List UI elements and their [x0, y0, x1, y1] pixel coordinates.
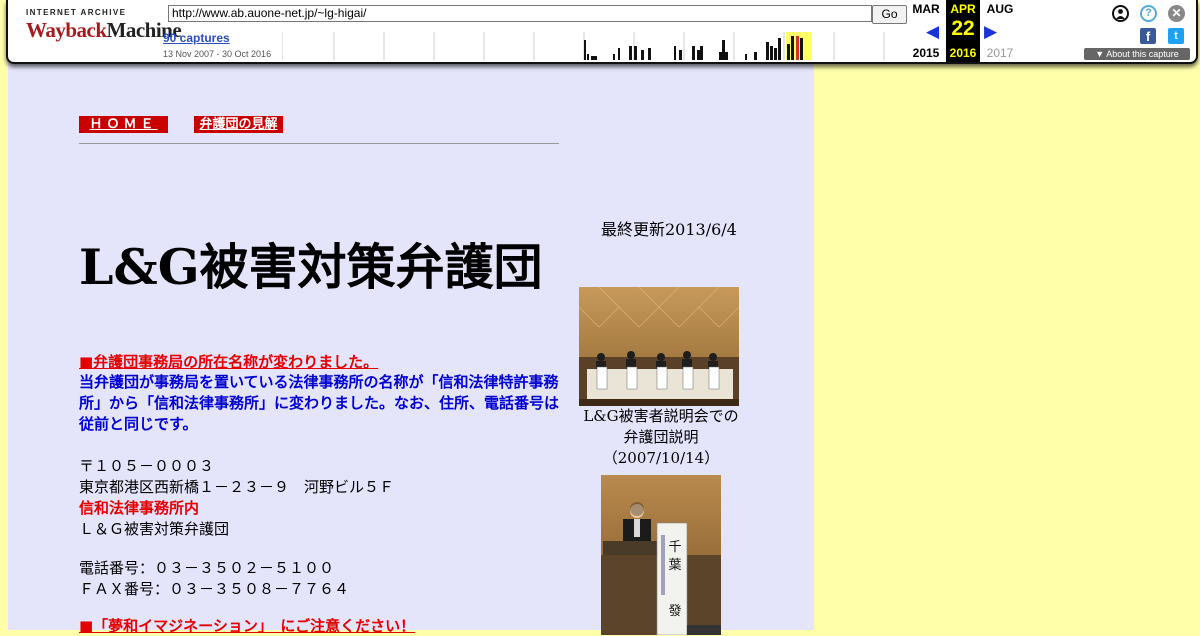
capture-bar — [787, 44, 790, 60]
next-year: 2017 — [986, 46, 1014, 60]
notice-heading: ■弁護団事務局の所在名称が変わりました。 — [79, 353, 379, 371]
capture-bar — [697, 50, 700, 60]
close-icon[interactable]: ✕ — [1168, 5, 1185, 22]
postal-code: 〒１０５－０００３ — [79, 457, 215, 475]
capture-bar — [584, 40, 586, 60]
capture-bar — [766, 42, 769, 60]
capture-bar — [648, 48, 651, 60]
capture-bar — [641, 50, 644, 60]
next-month: AUG — [986, 2, 1014, 16]
speaker-photo: 千 葉 發 — [601, 475, 721, 635]
capture-sparkline[interactable] — [282, 32, 907, 60]
wayback-logo-main-a: Wayback — [26, 18, 107, 42]
last-updated: 最終更新2013/6/4 — [601, 220, 737, 239]
captures-link[interactable]: 90 captures — [163, 31, 230, 45]
capture-bar — [770, 46, 773, 60]
prev-month: MAR — [912, 2, 940, 16]
help-icon[interactable]: ? — [1140, 5, 1157, 22]
capture-bar — [634, 46, 637, 60]
divider — [79, 143, 559, 144]
podium-char-2: 葉 — [668, 558, 681, 573]
podium-char-3: 發 — [668, 604, 681, 619]
current-date-column: APR 22 2016 — [946, 0, 980, 62]
speaker-photo-image: 千 葉 發 — [601, 475, 721, 635]
seminar-photo — [579, 287, 739, 406]
wayback-toolbar: INTERNET ARCHIVE WaybackMachine http://w… — [6, 0, 1198, 64]
capture-bar — [719, 52, 728, 60]
facebook-icon[interactable]: f — [1140, 28, 1156, 44]
wayback-logo-main: WaybackMachine — [26, 18, 182, 43]
prev-year: 2015 — [912, 46, 940, 60]
capture-bar — [618, 48, 620, 60]
about-capture-label: About this capture — [1106, 49, 1179, 59]
capture-bar — [674, 46, 676, 60]
caption-line-3: （2007/10/14） — [602, 449, 720, 467]
fax-number: ＦＡＸ番号：０３－３５０８－７７６４ — [79, 580, 350, 598]
current-month: APR — [950, 2, 976, 16]
capture-bar — [629, 46, 632, 60]
capture-bar — [791, 36, 794, 60]
current-day: 22 — [951, 17, 975, 40]
caption-line-1: L&G被害者説明会での — [583, 407, 739, 425]
firm-name: 信和法律事務所内 — [79, 499, 200, 517]
arrow-left-icon[interactable]: ◀ — [926, 22, 939, 42]
capture-bar — [745, 54, 747, 60]
wayback-logo[interactable]: INTERNET ARCHIVE WaybackMachine — [26, 8, 182, 48]
capture-bar — [613, 54, 615, 60]
about-capture-button[interactable]: ▼ About this capture — [1084, 48, 1190, 60]
caption-line-2: 弁護団説明 — [623, 428, 699, 446]
capture-bar — [774, 48, 777, 60]
capture-bar — [591, 56, 597, 60]
current-capture-bar — [796, 36, 799, 60]
podium-char-1: 千 — [668, 540, 681, 555]
phone-number: 電話番号：０３－３５０２－５１００ — [79, 559, 335, 577]
capture-bar — [587, 54, 589, 60]
wayback-logo-top: INTERNET ARCHIVE — [26, 8, 127, 17]
capture-bar — [700, 46, 703, 60]
capture-bar — [679, 50, 682, 60]
seminar-photo-caption: L&G被害者説明会での 弁護団説明 （2007/10/14） — [572, 406, 750, 469]
page-title: L&G被害対策弁護団 — [79, 238, 543, 296]
arrow-right-icon[interactable]: ▶ — [984, 22, 997, 42]
nav-opinion-link[interactable]: 弁護団の見解 — [194, 116, 283, 133]
capture-bar — [692, 46, 695, 60]
capture-bar — [778, 38, 781, 60]
capture-bar — [800, 38, 803, 60]
nav-home-link[interactable]: ＨＯＭＥ — [79, 116, 168, 133]
url-input[interactable]: http://www.ab.auone-net.jp/~lg-higai/ — [168, 5, 872, 22]
warning-heading: ■「夢和イマジネーション」 にご注意ください！ — [79, 617, 416, 635]
twitter-icon[interactable]: t — [1168, 28, 1184, 44]
user-icon[interactable] — [1112, 5, 1129, 22]
current-year: 2016 — [949, 46, 977, 60]
org-name: Ｌ＆Ｇ被害対策弁護団 — [79, 520, 230, 538]
user-glyph — [1116, 9, 1125, 19]
seminar-photo-image — [579, 287, 739, 406]
notice-body: 当弁護団が事務局を置いている法律事務所の名称が「信和法律特許事務所」から「信和法… — [79, 373, 560, 433]
capture-bar — [754, 52, 757, 60]
address: 東京都港区西新橋１－２３－９ 河野ビル５Ｆ — [79, 478, 395, 496]
capture-range: 13 Nov 2007 - 30 Oct 2016 — [163, 49, 272, 59]
go-button[interactable]: Go — [872, 5, 907, 24]
